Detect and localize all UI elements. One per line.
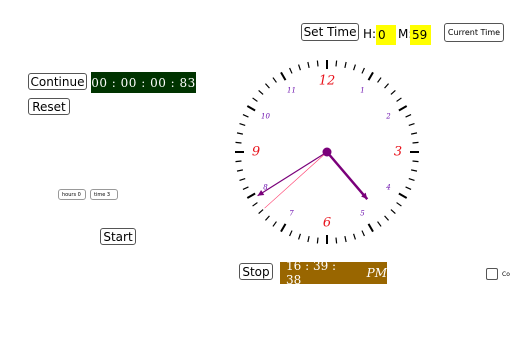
minute-tick [396,97,402,102]
hour-hand [326,151,369,200]
minute-tick [408,122,415,126]
numeral-9: 9 [252,145,260,160]
minute-tick [264,215,270,221]
minute-tick [297,64,301,71]
minute-tick [335,60,338,67]
minute-tick [264,83,270,89]
minute-tick [410,132,418,135]
minute-input[interactable]: 59 [410,25,431,45]
stopwatch-display: 00 : 00 : 00 : 83 [91,72,196,93]
hour-input[interactable]: 0 [376,25,396,45]
hour-tick [398,105,408,112]
hour-tick [367,71,374,81]
minute-tick [377,77,382,83]
numeral-11: 11 [287,87,296,95]
hour-tick [280,71,287,81]
time-input[interactable]: time 3 [90,189,118,200]
minute-tick [316,60,319,67]
numeral-2: 2 [385,113,391,121]
minute-tick [405,114,412,118]
minute-tick [344,61,347,69]
minute-tick [289,67,293,74]
minute-tick [405,186,412,190]
minute-tick [408,178,415,182]
numeral-12: 12 [319,74,336,89]
minute-tick [353,233,357,240]
minute-tick [412,160,419,163]
digital-clock-display: 16 : 39 : 38 PM [280,259,387,287]
minute-tick [384,215,390,221]
numeral-6: 6 [323,216,331,231]
minute-tick [412,141,419,144]
minute-tick [252,97,258,102]
minute-tick [272,221,277,227]
reset-button[interactable]: Reset [28,98,70,115]
hour-tick [246,192,256,199]
digital-time: 16 : 39 : 38 [286,259,337,287]
numeral-7: 7 [289,209,294,217]
minute-tick [252,202,258,207]
numeral-10: 10 [261,113,270,121]
numeral-4: 4 [385,184,390,192]
minute-tick [258,89,264,95]
hours-input[interactable]: hours 0 [58,189,86,200]
minute-tick [235,141,242,144]
minute-tick [396,202,402,207]
numeral-3: 3 [394,145,402,160]
minute-tick [289,230,293,237]
analog-clock: 121234567891011 [235,60,419,244]
numeral-5: 5 [360,209,365,217]
hour-label: H: [363,27,377,41]
minute-tick [390,89,396,95]
checkbox-label: Co [502,271,510,278]
minute-tick [297,233,301,240]
minute-tick [361,67,365,74]
minute-tick [361,230,365,237]
minute-tick [316,237,319,244]
minute-tick [239,178,246,182]
minute-tick [236,169,244,172]
current-time-button[interactable]: Current Time [444,23,504,42]
minute-tick [410,169,418,172]
minute-tick [242,114,249,118]
minute-tick [307,61,310,69]
clock-hands [257,147,369,209]
minute-tick [239,122,246,126]
stop-button[interactable]: Stop [239,263,273,280]
digital-ampm: PM [366,266,387,280]
minute-tick [377,221,382,227]
second-hand [264,151,328,209]
minute-tick [307,235,310,243]
minute-tick [236,132,244,135]
minute-tick [353,64,357,71]
hour-tick [246,105,256,112]
minute-tick [335,237,338,244]
minute-tick [258,209,264,215]
clock-center-pivot [322,147,332,157]
minute-tick [384,83,390,89]
minute-tick [242,186,249,190]
minute-tick [344,235,347,243]
hour-tick [367,223,374,233]
minute-hand [257,151,328,197]
set-time-button[interactable]: Set Time [301,23,359,41]
minute-tick [390,209,396,215]
hour-tick [280,223,287,233]
minute-tick [235,160,242,163]
minute-tick [272,77,277,83]
hour-tick [398,192,408,199]
start-button[interactable]: Start [100,228,136,245]
continue-button[interactable]: Continue [28,73,87,90]
numeral-1: 1 [360,87,364,95]
toggle-checkbox[interactable] [486,268,498,280]
